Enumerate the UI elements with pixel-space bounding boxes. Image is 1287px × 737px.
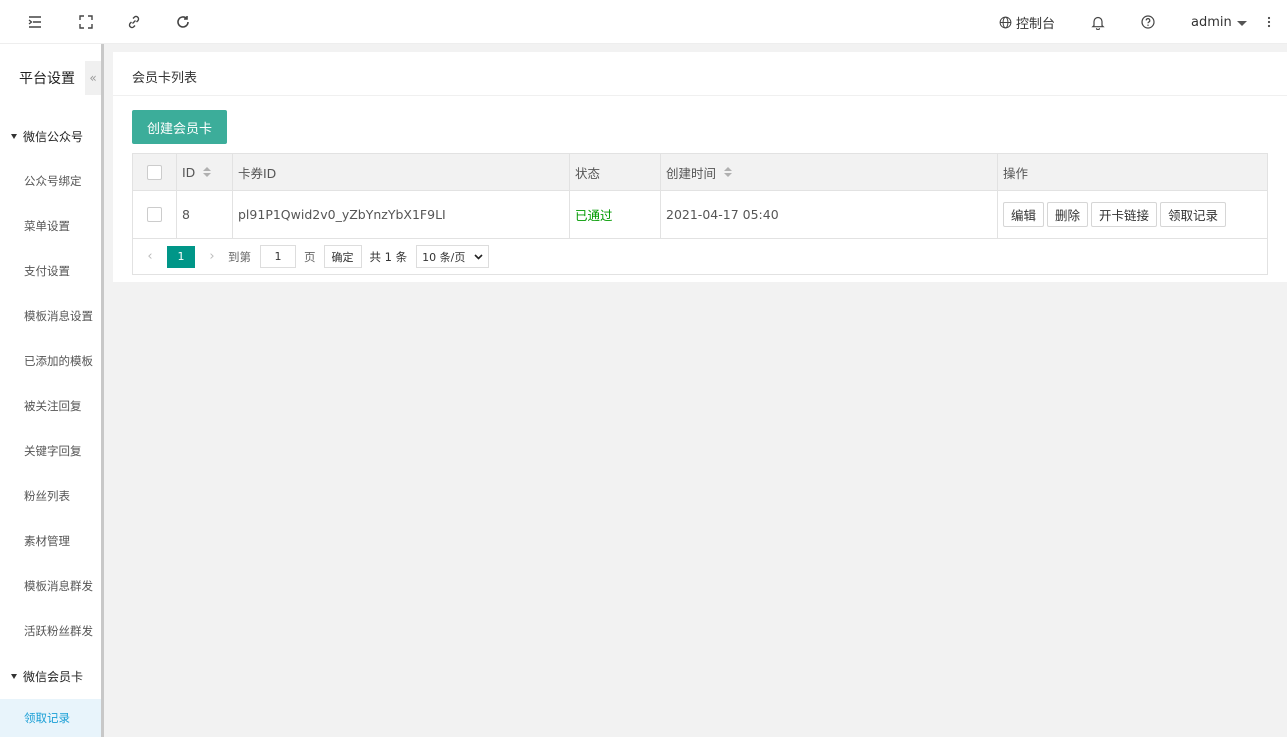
sidebar-item[interactable]: 公众号绑定 bbox=[0, 166, 101, 196]
cell-id: 8 bbox=[177, 191, 233, 238]
column-card-id: 卡券ID bbox=[233, 154, 570, 190]
status-badge: 已通过 bbox=[570, 191, 661, 238]
sidebar-item[interactable]: 已添加的模板 bbox=[0, 346, 101, 376]
sidebar-group-label: 微信会员卡 bbox=[23, 669, 84, 684]
goto-page-input[interactable] bbox=[260, 245, 296, 268]
sidebar-group-label: 微信公众号 bbox=[23, 129, 84, 144]
refresh-icon[interactable] bbox=[173, 12, 193, 32]
cell-created: 2021-04-17 05:40 bbox=[661, 191, 998, 238]
column-label: 状态 bbox=[575, 165, 601, 181]
sidebar: 平台设置 « 微信公众号 公众号绑定 菜单设置 支付设置 模板消息设置 已添加的… bbox=[0, 44, 104, 737]
sidebar-item[interactable]: 菜单设置 bbox=[0, 211, 101, 241]
column-label: 操作 bbox=[1003, 165, 1029, 181]
sidebar-item[interactable]: 模板消息群发 bbox=[0, 571, 101, 601]
caret-down-icon bbox=[11, 673, 17, 679]
page-size-value: 10 条/页 bbox=[422, 250, 466, 264]
claim-records-button[interactable]: 领取记录 bbox=[1160, 202, 1227, 227]
column-label: 卡券ID bbox=[238, 165, 277, 181]
header-select-cell bbox=[133, 154, 177, 190]
sort-icon[interactable] bbox=[724, 167, 733, 177]
cell-actions: 编辑 删除 开卡链接 领取记录 bbox=[998, 191, 1267, 238]
edit-button[interactable]: 编辑 bbox=[1003, 202, 1045, 227]
page-size-select[interactable]: 10 条/页 bbox=[416, 245, 490, 268]
main-panel: 会员卡列表 创建会员卡 ID 卡券ID 状态 创建时间 操作 8 pl91P1Q… bbox=[113, 52, 1287, 282]
column-status: 状态 bbox=[570, 154, 661, 190]
chevron-down-icon bbox=[474, 250, 483, 263]
create-card-button[interactable]: 创建会员卡 bbox=[132, 110, 227, 144]
sort-icon[interactable] bbox=[203, 167, 212, 177]
goto-label: 到第 bbox=[228, 249, 251, 264]
delete-button[interactable]: 删除 bbox=[1047, 202, 1089, 227]
globe-icon bbox=[999, 16, 1012, 29]
more-vertical-icon[interactable] bbox=[1259, 12, 1279, 32]
row-select-cell bbox=[133, 191, 177, 238]
top-header: 控制台 admin bbox=[0, 0, 1287, 44]
select-all-checkbox[interactable] bbox=[147, 164, 162, 180]
sidebar-item[interactable]: 粉丝列表 bbox=[0, 481, 101, 511]
sidebar-group-wechat-official[interactable]: 微信公众号 bbox=[0, 123, 101, 149]
menu-fold-icon[interactable] bbox=[25, 12, 45, 32]
link-icon[interactable] bbox=[124, 12, 144, 32]
sidebar-title: 平台设置 bbox=[19, 71, 75, 87]
sidebar-item[interactable]: 活跃粉丝群发 bbox=[0, 616, 101, 646]
table-header: ID 卡券ID 状态 创建时间 操作 bbox=[133, 154, 1267, 191]
sidebar-item-claim-records[interactable]: 领取记录 bbox=[0, 699, 101, 737]
fullscreen-icon[interactable] bbox=[76, 12, 96, 32]
console-link[interactable]: 控制台 bbox=[999, 0, 1055, 44]
user-menu[interactable]: admin bbox=[1191, 0, 1247, 44]
collapse-icon[interactable]: « bbox=[85, 61, 101, 95]
sidebar-item[interactable]: 支付设置 bbox=[0, 256, 101, 286]
column-created[interactable]: 创建时间 bbox=[661, 154, 998, 190]
column-label: 创建时间 bbox=[666, 165, 717, 181]
column-id[interactable]: ID bbox=[177, 154, 233, 190]
card-table: ID 卡券ID 状态 创建时间 操作 8 pl91P1Qwid2v0_yZbYn… bbox=[132, 153, 1268, 275]
open-card-link-button[interactable]: 开卡链接 bbox=[1091, 202, 1158, 227]
sidebar-item[interactable]: 关键字回复 bbox=[0, 436, 101, 466]
caret-down-icon bbox=[11, 133, 17, 139]
pagination: ‹ 1 › 到第 页 确定 共 1 条 10 条/页 bbox=[133, 239, 1267, 274]
console-label: 控制台 bbox=[1016, 16, 1056, 32]
bell-icon[interactable] bbox=[1088, 12, 1108, 32]
sidebar-item[interactable]: 模板消息设置 bbox=[0, 301, 101, 331]
goto-confirm-button[interactable]: 确定 bbox=[323, 245, 362, 268]
help-icon[interactable] bbox=[1138, 12, 1158, 32]
sidebar-group-wechat-card[interactable]: 微信会员卡 bbox=[0, 663, 101, 689]
column-actions: 操作 bbox=[998, 154, 1267, 190]
page-unit-label: 页 bbox=[304, 249, 316, 264]
sidebar-item[interactable]: 被关注回复 bbox=[0, 391, 101, 421]
row-checkbox[interactable] bbox=[147, 207, 162, 222]
page-current[interactable]: 1 bbox=[167, 245, 195, 268]
sidebar-item[interactable]: 素材管理 bbox=[0, 526, 101, 556]
table-row: 8 pl91P1Qwid2v0_yZbYnzYbX1F9LI 已通过 2021-… bbox=[133, 191, 1267, 239]
page-title: 会员卡列表 bbox=[132, 71, 198, 86]
prev-page-icon[interactable]: ‹ bbox=[143, 249, 157, 264]
total-count: 共 1 条 bbox=[369, 249, 408, 264]
chevron-down-icon bbox=[1236, 20, 1247, 26]
next-page-icon[interactable]: › bbox=[205, 249, 219, 264]
column-label: ID bbox=[182, 164, 196, 180]
cell-card-id: pl91P1Qwid2v0_yZbYnzYbX1F9LI bbox=[233, 191, 570, 238]
divider bbox=[113, 95, 1287, 96]
user-name: admin bbox=[1191, 14, 1232, 30]
